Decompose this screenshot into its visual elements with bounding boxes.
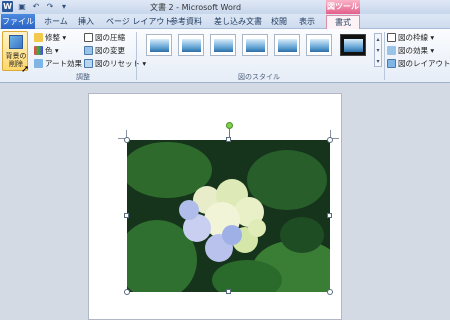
picture-border-icon [387,33,396,42]
group-separator [136,32,137,80]
picture-effects-button[interactable]: 図の効果 ▾ [387,45,434,56]
reset-picture-icon [84,59,93,68]
change-picture-icon [84,46,93,55]
redo-icon[interactable]: ↷ [45,2,55,12]
undo-icon[interactable]: ↶ [31,2,41,12]
title-bar: W ▣ ↶ ↷ ▾ 文書 2 - Microsoft Word 図ツール [0,0,450,14]
rotation-handle[interactable] [226,122,233,129]
resize-handle-bottom-left[interactable] [124,289,130,295]
change-picture-button[interactable]: 図の変更 [84,45,125,56]
resize-handle-right[interactable] [327,213,332,218]
compress-pictures-button[interactable]: 図の圧縮 [84,32,125,43]
tab-page-layout[interactable]: ページ レイアウト [106,16,172,29]
picture-style-thumb[interactable] [340,34,366,56]
tab-view[interactable]: 表示 [299,16,315,29]
resize-handle-top[interactable] [226,137,231,142]
word-app-icon[interactable]: W [2,1,13,12]
ribbon-tab-row: ファイル ホーム 挿入 ページ レイアウト 参考資料 差し込み文書 校閲 表示 … [0,14,450,30]
color-label: 色 ▾ [45,46,59,55]
resize-handle-top-right[interactable] [327,137,333,143]
picture-border-button[interactable]: 図の枠線 ▾ [387,32,434,43]
compress-label: 図の圧縮 [95,33,125,42]
customize-quick-access-icon[interactable]: ▾ [59,2,69,12]
reset-picture-label: 図のリセット ▾ [95,59,147,68]
color-button[interactable]: 色 ▾ [34,45,59,56]
tab-review[interactable]: 校閲 [271,16,287,29]
photo-image [127,140,330,292]
picture-layout-icon [387,59,396,68]
picture-border-label: 図の枠線 ▾ [398,33,435,42]
resize-handle-top-left[interactable] [124,137,130,143]
picture-styles-gallery [140,31,372,71]
adjust-group-label: 調整 [76,73,90,81]
picture-styles-group-label: 図のスタイル [238,73,280,81]
tab-home[interactable]: ホーム [44,16,68,29]
picture-style-thumb[interactable] [306,34,332,56]
ribbon: 背景の 削除 ➚ 修整 ▾ 色 ▾ アート効果 ▾ 図の圧縮 図の変更 図のリセ… [0,29,450,83]
artistic-effects-button[interactable]: アート効果 ▾ [34,58,88,69]
corrections-label: 修整 ▾ [45,33,67,42]
remove-background-button[interactable]: 背景の 削除 ➚ [2,31,29,75]
artistic-effects-icon [34,59,43,68]
tab-file[interactable]: ファイル [1,14,35,29]
picture-style-thumb[interactable] [274,34,300,56]
gallery-scroll[interactable]: ▴ ▾ ▾ [374,33,382,67]
change-picture-label: 図の変更 [95,46,125,55]
hydrangea-photo[interactable] [127,140,330,292]
compress-icon [84,33,93,42]
mouse-cursor-icon: ➚ [21,64,30,75]
resize-handle-bottom-right[interactable] [327,289,333,295]
picture-tools-context-label: 図ツール [326,0,360,14]
picture-style-thumb[interactable] [178,34,204,56]
tab-format[interactable]: 書式 [326,15,360,30]
picture-effects-icon [387,46,396,55]
window-title: 文書 2 - Microsoft Word [150,3,242,12]
picture-style-thumb[interactable] [242,34,268,56]
tab-mailings[interactable]: 差し込み文書 [214,16,262,29]
color-palette-icon [34,46,43,55]
picture-layout-label: 図のレイアウト ▾ [398,59,450,68]
resize-handle-bottom[interactable] [226,289,231,294]
quick-access-toolbar: W ▣ ↶ ↷ ▾ [2,1,69,12]
picture-style-thumb[interactable] [146,34,172,56]
artistic-effects-label: アート効果 ▾ [45,59,89,68]
save-icon[interactable]: ▣ [17,2,27,12]
corrections-button[interactable]: 修整 ▾ [34,32,66,43]
group-separator [384,32,385,80]
picture-layout-button[interactable]: 図のレイアウト ▾ [387,58,450,69]
resize-handle-left[interactable] [124,213,129,218]
tab-insert[interactable]: 挿入 [78,16,94,29]
remove-background-icon [9,35,23,49]
sun-icon [34,33,43,42]
tab-references[interactable]: 参考資料 [170,16,202,29]
picture-effects-label: 図の効果 ▾ [398,46,435,55]
picture-style-thumb[interactable] [210,34,236,56]
